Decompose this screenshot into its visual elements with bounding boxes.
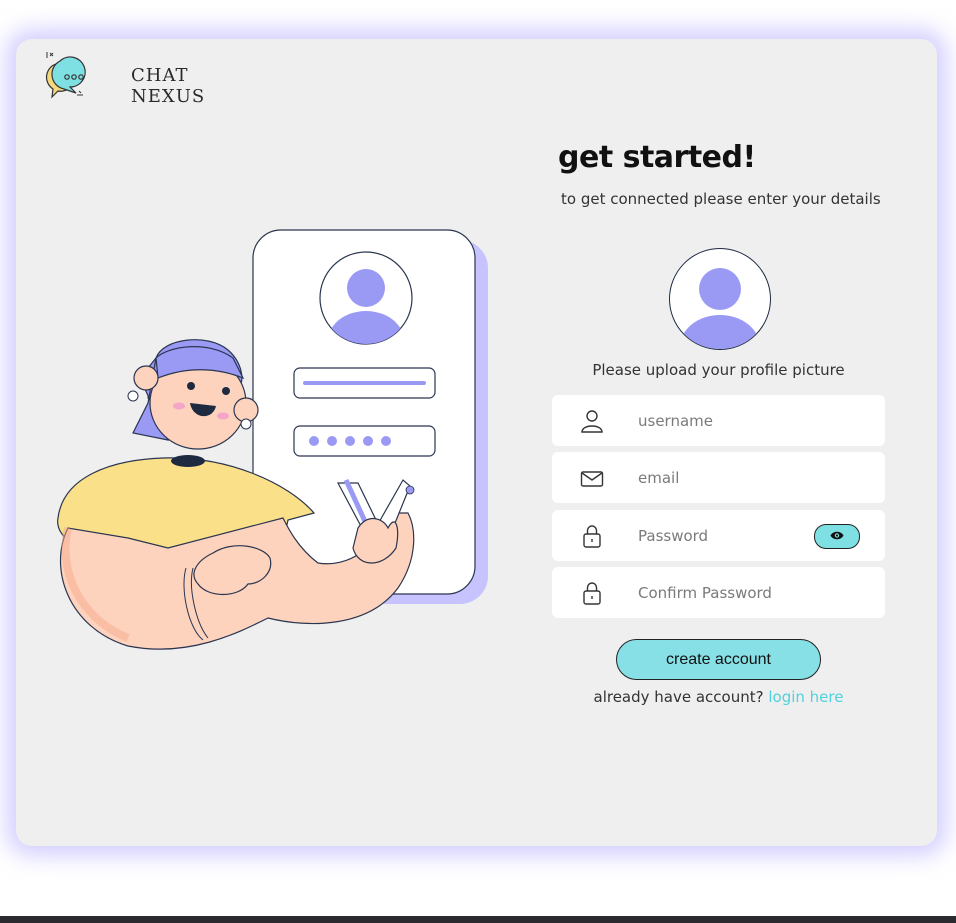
confirm-password-field-wrapper	[552, 567, 885, 618]
lock-icon	[583, 525, 601, 548]
password-visibility-toggle[interactable]	[814, 524, 860, 549]
login-link[interactable]: login here	[768, 688, 843, 706]
upload-caption: Please upload your profile picture	[592, 361, 845, 379]
login-prompt: already have account? login here	[552, 688, 885, 706]
brand-name-line1: CHAT	[131, 65, 189, 86]
email-field-wrapper	[552, 452, 885, 503]
signup-illustration	[57, 229, 488, 650]
password-field-wrapper	[552, 510, 885, 561]
user-icon	[581, 410, 603, 433]
password-input[interactable]	[638, 510, 808, 561]
email-input[interactable]	[638, 452, 808, 503]
user-avatar-icon	[680, 268, 760, 349]
confirm-password-input[interactable]	[638, 567, 808, 618]
page-subtitle: to get connected please enter your detai…	[561, 190, 881, 208]
chat-bubbles-logo-icon	[45, 52, 86, 99]
profile-picture-upload[interactable]	[669, 248, 771, 350]
page-title: get started!	[558, 140, 756, 175]
lock-icon	[583, 582, 601, 605]
signup-card: CHAT NEXUS get started! to get connected…	[16, 39, 937, 846]
brand-name: CHAT NEXUS	[131, 65, 205, 107]
username-field-wrapper	[552, 395, 885, 446]
envelope-icon	[580, 471, 604, 487]
brand-logo: CHAT NEXUS	[44, 49, 204, 107]
username-input[interactable]	[638, 395, 808, 446]
taskbar-strip	[0, 916, 956, 923]
brand-name-line2: NEXUS	[131, 86, 206, 107]
eye-icon	[830, 531, 844, 540]
login-prompt-text: already have account?	[593, 688, 764, 706]
create-account-button[interactable]: create account	[616, 639, 821, 680]
